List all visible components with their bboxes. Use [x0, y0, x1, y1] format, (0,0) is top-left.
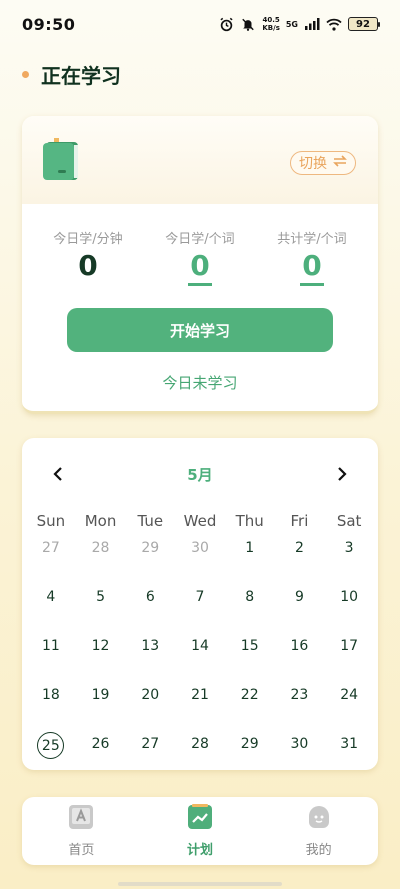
- net-speed-unit: KB/s: [262, 24, 280, 32]
- home-book-icon: [68, 804, 94, 834]
- stat-today-words[interactable]: 今日学/个词 0: [144, 228, 256, 286]
- calendar-day-prev-month[interactable]: 27: [26, 536, 76, 585]
- calendar-day[interactable]: 5: [76, 585, 126, 634]
- weekday-label: Tue: [137, 512, 164, 530]
- calendar-day-prev-month[interactable]: 28: [76, 536, 126, 585]
- weekday-label: Sat: [336, 512, 362, 530]
- weekday-header: Sun Mon Tue Wed Thu Fri Sat: [22, 508, 378, 534]
- calendar-header: 5月: [22, 438, 378, 508]
- calendar-day[interactable]: 31: [324, 732, 374, 781]
- calendar-day[interactable]: 23: [275, 683, 325, 732]
- weekday-label: Fri: [290, 512, 309, 530]
- tab-profile[interactable]: 我的: [269, 804, 369, 858]
- today-status-text: 今日未学习: [162, 374, 238, 392]
- weekday-label: Wed: [183, 512, 217, 530]
- calendar-day[interactable]: 6: [125, 585, 175, 634]
- stat-today-minutes: 今日学/分钟 0: [32, 228, 144, 286]
- next-month-chevron-right-icon[interactable]: [330, 462, 354, 486]
- calendar-day[interactable]: 7: [175, 585, 225, 634]
- tab-label: 我的: [305, 843, 332, 858]
- calendar-day[interactable]: 13: [125, 634, 175, 683]
- signal-icon: [304, 16, 320, 32]
- switch-book-button[interactable]: 切换: [290, 151, 356, 175]
- calendar-day[interactable]: 17: [324, 634, 374, 683]
- calendar-day[interactable]: 3: [324, 536, 374, 585]
- calendar-month: 5月: [187, 466, 213, 484]
- tab-plan[interactable]: 计划: [150, 804, 250, 858]
- stat-label: 今日学/分钟: [53, 232, 123, 247]
- section-title: 正在学习: [41, 64, 121, 88]
- bottom-tab-bar: 首页 计划 我的: [22, 797, 378, 865]
- battery-indicator: 92: [348, 17, 380, 31]
- calendar-day[interactable]: 15: [225, 634, 275, 683]
- calendar-day[interactable]: 22: [225, 683, 275, 732]
- calendar: 5月 Sun Mon Tue Wed Thu Fri Sat 27 28 29 …: [22, 438, 378, 770]
- calendar-day-today[interactable]: 25: [26, 732, 76, 781]
- calendar-day[interactable]: 27: [125, 732, 175, 781]
- switch-label: 切换: [299, 156, 327, 172]
- calendar-day[interactable]: 30: [275, 732, 325, 781]
- status-time: 09:50: [22, 14, 76, 34]
- calendar-day[interactable]: 26: [76, 732, 126, 781]
- alarm-icon: [218, 16, 234, 32]
- net-speed-value: 40.5: [262, 16, 280, 24]
- study-stats: 今日学/分钟 0 今日学/个词 0 共计学/个词 0: [22, 204, 378, 286]
- calendar-day[interactable]: 28: [175, 732, 225, 781]
- calendar-day[interactable]: 1: [225, 536, 275, 585]
- net-speed: 40.5 KB/s: [262, 16, 279, 32]
- section-dot-icon: [22, 71, 29, 78]
- stat-value-link[interactable]: 0: [300, 249, 324, 286]
- calendar-day[interactable]: 10: [324, 585, 374, 634]
- status-bar: 09:50 40.5 KB/s 5G 92: [0, 0, 400, 48]
- weekday-label: Sun: [36, 512, 66, 530]
- network-type: 5G: [285, 19, 298, 29]
- book-icon: [42, 138, 82, 186]
- tab-label: 首页: [68, 843, 95, 858]
- tab-home[interactable]: 首页: [31, 804, 131, 858]
- calendar-day[interactable]: 8: [225, 585, 275, 634]
- study-card-header: 切换: [22, 116, 378, 204]
- weekday-label: Mon: [84, 512, 117, 530]
- stat-label: 共计学/个词: [277, 232, 347, 247]
- tab-label: 计划: [186, 843, 213, 858]
- study-card: 切换 今日学/分钟 0 今日学/个词 0 共计学/个词 0 开始学习 今日未学习: [22, 116, 378, 414]
- calendar-day[interactable]: 9: [275, 585, 325, 634]
- start-study-button[interactable]: 开始学习: [67, 308, 333, 352]
- profile-face-icon: [306, 804, 332, 834]
- stat-value-link[interactable]: 0: [188, 249, 212, 286]
- plan-chart-icon: [187, 804, 213, 834]
- calendar-day[interactable]: 11: [26, 634, 76, 683]
- mute-bell-icon: [240, 16, 256, 32]
- calendar-day[interactable]: 18: [26, 683, 76, 732]
- wifi-icon: [326, 16, 342, 32]
- calendar-day[interactable]: 14: [175, 634, 225, 683]
- calendar-day[interactable]: 20: [125, 683, 175, 732]
- calendar-day[interactable]: 21: [175, 683, 225, 732]
- calendar-day[interactable]: 2: [275, 536, 325, 585]
- calendar-day-prev-month[interactable]: 29: [125, 536, 175, 585]
- stat-total-words[interactable]: 共计学/个词 0: [256, 228, 368, 286]
- calendar-day[interactable]: 4: [26, 585, 76, 634]
- calendar-day[interactable]: 29: [225, 732, 275, 781]
- stat-value: 0: [78, 249, 98, 282]
- weekday-label: Thu: [235, 512, 264, 530]
- section-header: 正在学习: [22, 60, 121, 89]
- calendar-day[interactable]: 19: [76, 683, 126, 732]
- calendar-day[interactable]: 16: [275, 634, 325, 683]
- calendar-day[interactable]: 12: [76, 634, 126, 683]
- calendar-day-prev-month[interactable]: 30: [175, 536, 225, 585]
- status-icons: 40.5 KB/s 5G 92: [218, 16, 380, 32]
- calendar-day[interactable]: 24: [324, 683, 374, 732]
- stat-label: 今日学/个词: [165, 232, 235, 247]
- home-indicator[interactable]: [118, 882, 282, 886]
- calendar-days: 27 28 29 30 1 2 3 4 5 6 7 8 9 10 11 12 1…: [22, 534, 378, 781]
- swap-arrows-icon: [333, 155, 347, 171]
